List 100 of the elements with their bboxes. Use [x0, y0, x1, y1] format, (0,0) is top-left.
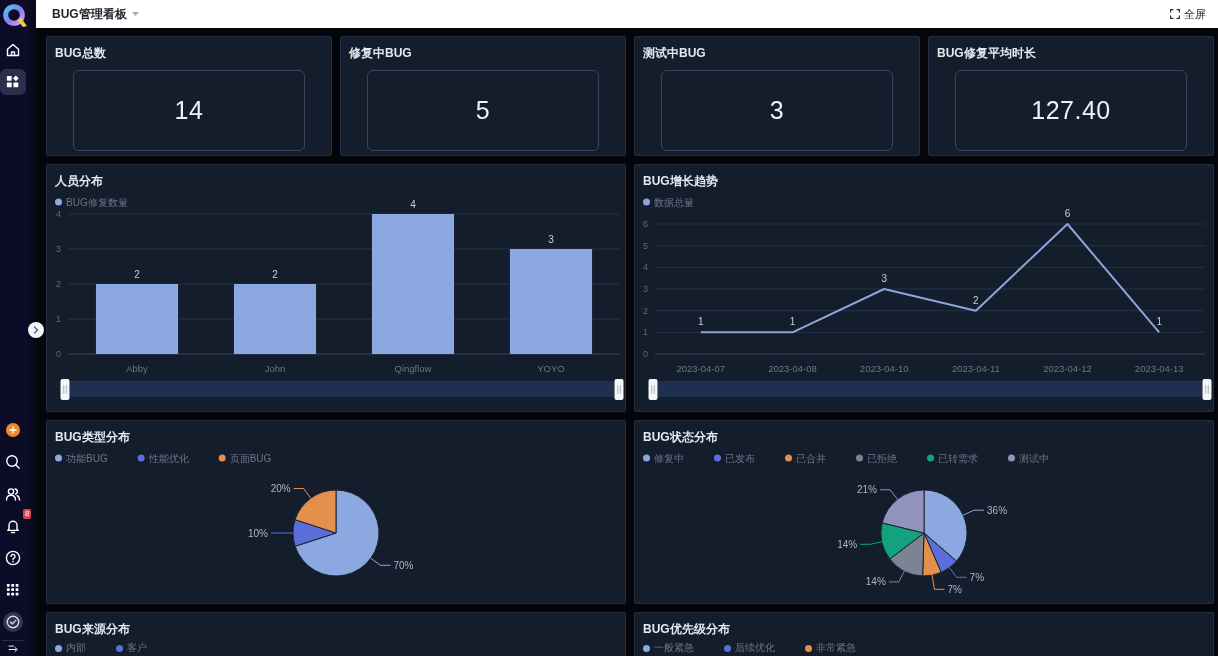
legend-label: 内部: [66, 641, 86, 655]
logo-icon[interactable]: [2, 3, 28, 29]
card-title: BUG总数: [54, 45, 107, 61]
y-axis-label: 2: [56, 279, 61, 289]
x-axis-label: 2023-04-10: [859, 363, 909, 374]
slider-handle[interactable]: [1202, 379, 1212, 400]
pie-label: 21%: [857, 484, 877, 496]
y-axis-label: 3: [56, 244, 61, 254]
expand-handle[interactable]: [28, 322, 44, 338]
data-label: 1: [698, 316, 704, 328]
card-title: BUG修复平均时长: [936, 45, 1037, 61]
leader-line: [949, 567, 968, 578]
slider-handle[interactable]: [614, 379, 624, 400]
pie-label: 70%: [393, 559, 414, 571]
caret-down-icon: [131, 12, 139, 16]
pie-label: 20%: [270, 483, 291, 494]
x-axis-label: 2023-04-13: [1134, 363, 1184, 374]
dashboard-button[interactable]: [0, 69, 26, 95]
x-axis-label: 2023-04-08: [768, 363, 817, 374]
board-title-dropdown[interactable]: BUG管理看板: [52, 5, 139, 23]
data-label: 4: [410, 199, 416, 210]
leader-line: [962, 509, 985, 516]
y-axis-label: 0: [643, 349, 648, 359]
x-axis-label: 2023-04-12: [1043, 363, 1092, 374]
x-axis-label: 2023-04-07: [676, 363, 726, 374]
profile-button[interactable]: [0, 609, 26, 635]
data-label: 2: [272, 269, 278, 280]
data-label: 2: [973, 294, 979, 306]
avatar-icon: [3, 612, 23, 632]
x-axis-label: John: [264, 363, 286, 374]
pie-label: 7%: [969, 571, 985, 583]
legend-label: 页面BUG: [229, 452, 272, 464]
arrow-right-icon: [7, 643, 19, 655]
y-axis-label: 1: [56, 314, 61, 324]
search-icon: [5, 454, 21, 470]
leader-line: [270, 532, 294, 534]
pie-label: 14%: [865, 576, 886, 588]
help-icon: [5, 550, 21, 566]
fullscreen-button[interactable]: 全屏: [1170, 6, 1206, 22]
leader-line: [879, 489, 898, 500]
data-label: 1: [1156, 316, 1162, 328]
pie-label: 14%: [837, 538, 858, 550]
metric-value: 127.40: [955, 70, 1187, 151]
pie-label: 36%: [987, 504, 1008, 516]
leader-line: [370, 557, 391, 566]
legend-label: 修复中: [654, 452, 684, 464]
home-icon: [5, 42, 21, 58]
card-title: BUG状态分布: [642, 429, 719, 445]
y-axis-label: 3: [643, 284, 648, 294]
legend-label: 已合并: [796, 452, 826, 464]
legend-label: 已发布: [725, 452, 755, 464]
y-axis-label: 6: [643, 219, 648, 229]
x-axis-label: YOYO: [537, 363, 565, 374]
apps-grid-icon: [6, 583, 20, 597]
legend-label: 后续优化: [735, 641, 775, 655]
card-title: 修复中BUG: [348, 45, 413, 61]
metric-value: 5: [367, 70, 599, 151]
y-axis-label: 2: [643, 305, 648, 316]
legend-label: 性能优化: [148, 452, 189, 464]
leader-line: [888, 570, 905, 583]
leader-line: [931, 574, 945, 590]
card-title: BUG来源分布: [54, 621, 131, 637]
legend-label: 测试中: [1019, 452, 1049, 464]
legend-label: 数据总量: [654, 196, 694, 208]
pie-label: 10%: [248, 527, 268, 539]
data-label: 6: [1064, 208, 1071, 219]
legend-label: 客户: [127, 641, 147, 655]
metric-value: 3: [661, 70, 893, 151]
chevron-right-icon: [33, 326, 39, 334]
bell-icon: [5, 518, 21, 534]
x-axis-label: Abby: [126, 363, 148, 374]
card-title: 人员分布: [54, 173, 104, 189]
zoom-slider-track[interactable]: [70, 381, 614, 397]
x-axis-label: Qingflow: [394, 363, 432, 374]
people-icon: [5, 486, 21, 502]
leader-line: [293, 488, 312, 499]
metric-value: 14: [73, 70, 305, 151]
y-axis-label: 5: [643, 240, 648, 251]
legend-label: 非常紧急: [816, 641, 856, 655]
legend-label: 已转需求: [938, 452, 978, 464]
zoom-slider-track[interactable]: [658, 381, 1202, 397]
data-label: 3: [881, 273, 887, 284]
x-axis-label: 2023-04-11: [951, 363, 1000, 374]
data-label: 2: [134, 269, 140, 280]
card-title: BUG类型分布: [54, 429, 131, 445]
notification-badge: 8: [23, 509, 32, 519]
card-title: 测试中BUG: [642, 45, 707, 61]
leader-line: [859, 541, 883, 545]
legend-label: 功能BUG: [66, 452, 108, 464]
legend-label: 已拒绝: [867, 452, 897, 464]
data-label: 1: [789, 316, 796, 328]
pie-label: 7%: [947, 583, 962, 595]
card-title: BUG增长趋势: [642, 173, 719, 189]
slider-handle[interactable]: [648, 379, 658, 400]
y-axis-label: 0: [56, 349, 61, 359]
fullscreen-icon: [1170, 9, 1180, 19]
data-label: 3: [548, 234, 554, 245]
slider-handle[interactable]: [60, 379, 70, 400]
plus-circle-icon: [6, 423, 20, 437]
grid-icon: [6, 75, 20, 89]
